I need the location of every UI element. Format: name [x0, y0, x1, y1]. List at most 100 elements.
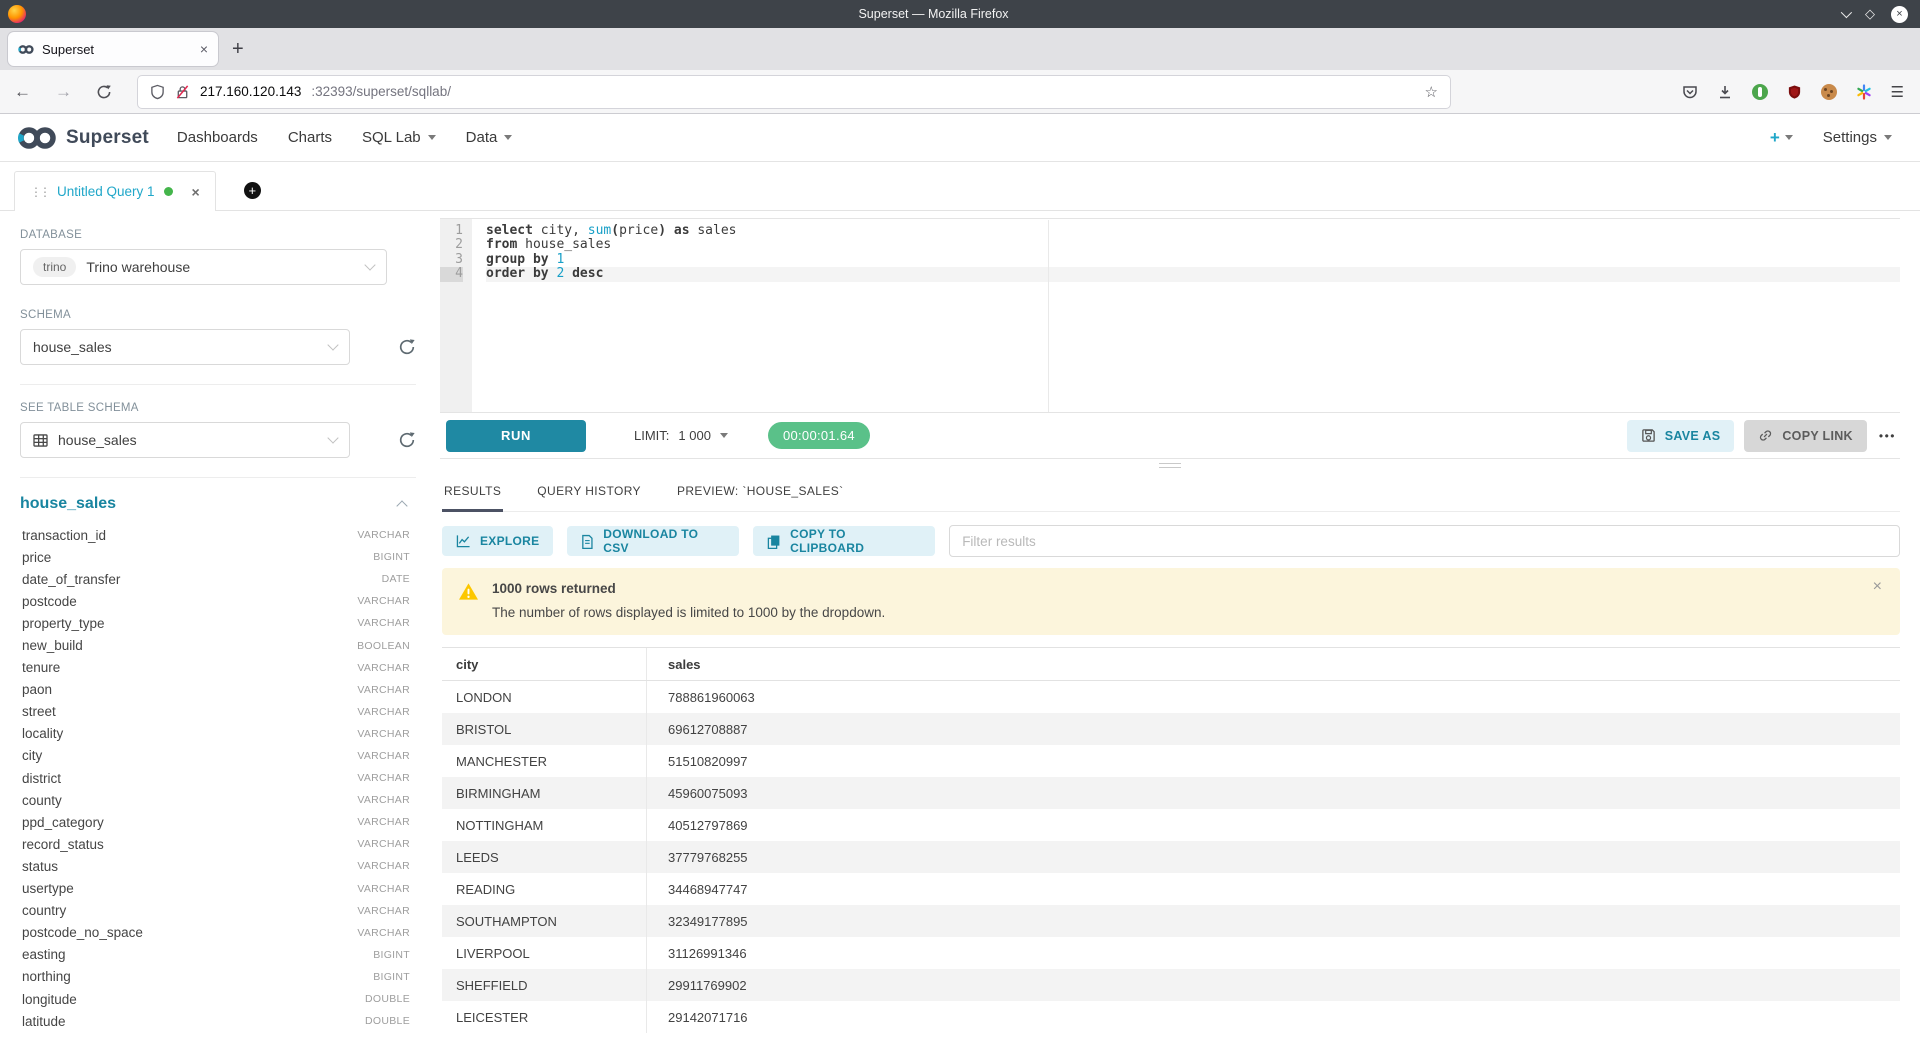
table-row[interactable]: SHEFFIELD 29911769902 [442, 969, 1900, 1001]
cookie-addon-icon[interactable] [1821, 84, 1837, 100]
column-row[interactable]: property_type VARCHAR [20, 612, 416, 634]
downloads-icon[interactable] [1717, 84, 1733, 100]
pocket-icon[interactable] [1682, 84, 1698, 100]
containers-addon-icon[interactable] [1856, 84, 1872, 100]
drag-handle-icon[interactable]: ⋮⋮ [30, 185, 48, 199]
nav-sql-lab[interactable]: SQL Lab [362, 129, 436, 146]
shield-icon[interactable] [150, 84, 165, 100]
back-icon[interactable]: ← [14, 82, 31, 102]
browser-tab[interactable]: Superset × [8, 32, 218, 66]
insecure-lock-icon[interactable] [175, 84, 190, 100]
tab-preview[interactable]: PREVIEW: `HOUSE_SALES` [675, 471, 846, 511]
privacy-addon-icon[interactable] [1752, 84, 1768, 100]
filter-results-input[interactable] [949, 525, 1900, 557]
menu-hamburger-icon[interactable]: ☰ [1891, 83, 1904, 101]
column-row[interactable]: country VARCHAR [20, 900, 416, 922]
explore-button[interactable]: EXPLORE [442, 526, 553, 556]
column-row[interactable]: usertype VARCHAR [20, 878, 416, 900]
column-type: DATE [382, 573, 416, 585]
column-header-city[interactable]: city [442, 648, 647, 680]
add-query-tab-button[interactable]: + [244, 182, 261, 199]
nav-charts[interactable]: Charts [288, 129, 332, 146]
column-row[interactable]: district VARCHAR [20, 767, 416, 789]
column-type: VARCHAR [357, 860, 416, 872]
table-row[interactable]: READING 34468947747 [442, 873, 1900, 905]
column-row[interactable]: postcode_no_space VARCHAR [20, 922, 416, 944]
table-row[interactable]: LEICESTER 29142071716 [442, 1001, 1900, 1033]
column-row[interactable]: longitude DOUBLE [20, 988, 416, 1010]
add-new-button[interactable]: + [1770, 128, 1793, 148]
ublock-icon[interactable] [1787, 84, 1802, 100]
more-actions-button[interactable]: ••• [1879, 429, 1896, 443]
reload-icon[interactable] [96, 84, 112, 100]
schema-select[interactable]: house_sales [20, 329, 350, 365]
column-header-sales[interactable]: sales [647, 648, 1900, 680]
table-schema-title[interactable]: house_sales [20, 495, 116, 513]
pane-resize-handle[interactable] [440, 459, 1900, 471]
sales-cell: 29142071716 [647, 1001, 1900, 1033]
run-button[interactable]: RUN [446, 420, 586, 452]
forward-icon[interactable]: → [55, 82, 72, 102]
close-window-icon[interactable]: × [1891, 6, 1908, 23]
collapse-chevron-icon[interactable] [396, 500, 407, 511]
new-tab-button[interactable]: + [232, 38, 244, 61]
settings-menu[interactable]: Settings [1823, 129, 1892, 146]
caret-down-icon [428, 135, 436, 140]
alert-close-icon[interactable]: × [1873, 579, 1882, 595]
nav-dashboards[interactable]: Dashboards [177, 129, 258, 146]
limit-dropdown[interactable]: LIMIT: 1 000 [634, 428, 728, 443]
bookmark-star-icon[interactable]: ☆ [1425, 83, 1438, 101]
column-row[interactable]: city VARCHAR [20, 745, 416, 767]
save-as-button[interactable]: SAVE AS [1627, 420, 1735, 452]
nav-data[interactable]: Data [466, 129, 513, 146]
table-row[interactable]: LIVERPOOL 31126991346 [442, 937, 1900, 969]
query-tab-title: Untitled Query 1 [57, 184, 155, 199]
table-select[interactable]: house_sales [20, 422, 350, 458]
column-name: ppd_category [22, 815, 104, 830]
table-row[interactable]: LONDON 788861960063 [442, 681, 1900, 713]
table-row[interactable]: NOTTINGHAM 40512797869 [442, 809, 1900, 841]
superset-brand[interactable]: Superset [16, 125, 149, 151]
table-row[interactable]: SOUTHAMPTON 32349177895 [442, 905, 1900, 937]
column-row[interactable]: northing BIGINT [20, 966, 416, 988]
tab-results[interactable]: RESULTS [442, 471, 503, 511]
column-row[interactable]: county VARCHAR [20, 789, 416, 811]
download-csv-button[interactable]: DOWNLOAD TO CSV [567, 526, 739, 556]
tab-query-history[interactable]: QUERY HISTORY [535, 471, 643, 511]
database-select[interactable]: trino Trino warehouse [20, 249, 387, 285]
column-row[interactable]: latitude DOUBLE [20, 1010, 416, 1032]
column-row[interactable]: paon VARCHAR [20, 679, 416, 701]
maximize-icon[interactable]: ◇ [1865, 6, 1875, 22]
column-row[interactable]: status VARCHAR [20, 855, 416, 877]
minimize-icon[interactable] [1841, 5, 1849, 23]
tab-close-icon[interactable]: × [200, 41, 208, 57]
url-bar[interactable]: 217.160.120.143 :32393/superset/sqllab/ … [138, 76, 1450, 108]
column-row[interactable]: ppd_category VARCHAR [20, 811, 416, 833]
refresh-table-icon[interactable] [398, 431, 416, 449]
sql-editor[interactable]: 1234 select city, sum(price) as salesfro… [440, 218, 1900, 412]
column-type: VARCHAR [357, 684, 416, 696]
column-row[interactable]: easting BIGINT [20, 944, 416, 966]
refresh-schema-icon[interactable] [398, 338, 416, 356]
column-name: latitude [22, 1014, 66, 1029]
table-row[interactable]: MANCHESTER 51510820997 [442, 745, 1900, 777]
column-row[interactable]: new_build BOOLEAN [20, 634, 416, 656]
column-row[interactable]: street VARCHAR [20, 701, 416, 723]
query-tab[interactable]: ⋮⋮ Untitled Query 1 × [14, 171, 216, 211]
firefox-logo-icon [8, 5, 26, 23]
table-row[interactable]: BIRMINGHAM 45960075093 [442, 777, 1900, 809]
copy-link-button[interactable]: COPY LINK [1744, 420, 1867, 452]
column-row[interactable]: date_of_transfer DATE [20, 568, 416, 590]
table-row[interactable]: LEEDS 37779768255 [442, 841, 1900, 873]
column-name: tenure [22, 660, 60, 675]
column-row[interactable]: postcode VARCHAR [20, 590, 416, 612]
column-row[interactable]: transaction_id VARCHAR [20, 524, 416, 546]
column-row[interactable]: locality VARCHAR [20, 723, 416, 745]
query-tab-close-icon[interactable]: × [192, 184, 200, 200]
table-row[interactable]: BRISTOL 69612708887 [442, 713, 1900, 745]
column-row[interactable]: tenure VARCHAR [20, 657, 416, 679]
sales-cell: 34468947747 [647, 873, 1900, 905]
column-row[interactable]: record_status VARCHAR [20, 833, 416, 855]
copy-clipboard-button[interactable]: COPY TO CLIPBOARD [753, 526, 935, 556]
column-row[interactable]: price BIGINT [20, 546, 416, 568]
